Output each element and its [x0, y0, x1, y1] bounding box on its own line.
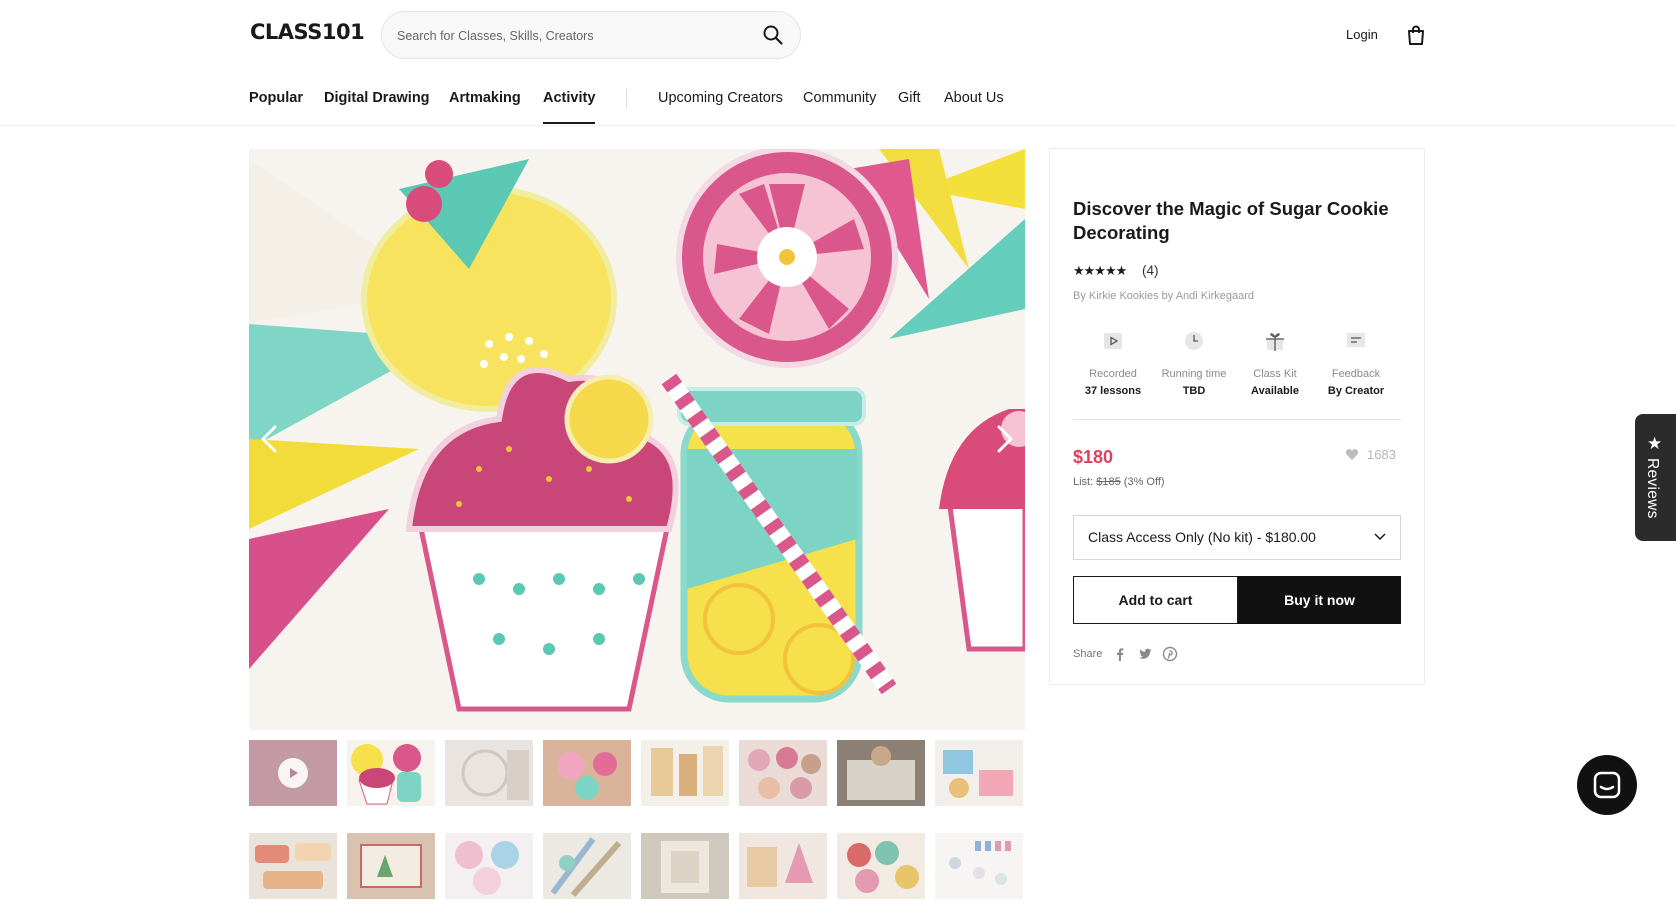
- thumbnail-image[interactable]: [739, 740, 827, 806]
- previous-image-arrow[interactable]: [255, 419, 285, 459]
- twitter-icon[interactable]: [1137, 646, 1153, 662]
- option-select[interactable]: Class Access Only (No kit) - $180.00: [1073, 515, 1401, 560]
- search-input[interactable]: [397, 24, 737, 48]
- buy-now-button[interactable]: Buy it now: [1238, 576, 1401, 624]
- cookie-illustration: [249, 149, 1025, 730]
- category-nav: Popular Digital Drawing Artmaking Activi…: [0, 70, 1676, 126]
- feature-running-time: Running time TBD: [1154, 329, 1234, 397]
- card-divider: [1073, 419, 1401, 420]
- search-bar[interactable]: [381, 11, 801, 59]
- share-label: Share: [1073, 648, 1103, 660]
- nav-about-us[interactable]: About Us: [944, 90, 1004, 106]
- thumbnail-image[interactable]: [935, 833, 1023, 899]
- chat-bubble-icon: [1347, 333, 1365, 347]
- feature-value: Available: [1251, 385, 1299, 397]
- chat-support-button[interactable]: [1577, 755, 1637, 815]
- nav-digital-drawing[interactable]: Digital Drawing: [324, 90, 430, 106]
- nav-gift[interactable]: Gift: [898, 90, 921, 106]
- thumbnail-image[interactable]: [249, 833, 337, 899]
- thumbnail-image[interactable]: [347, 833, 435, 899]
- video-thumbnail[interactable]: [249, 740, 337, 806]
- thumbnail-image[interactable]: [543, 740, 631, 806]
- star-rating: ★★★★★: [1073, 263, 1127, 278]
- nav-community[interactable]: Community: [803, 90, 876, 106]
- like-count: 1683: [1367, 447, 1396, 462]
- thumbnail-image[interactable]: [347, 740, 435, 806]
- site-header: CLASS101 Login: [0, 0, 1676, 70]
- heart-icon: [1345, 449, 1359, 460]
- star-icon: ★: [1647, 434, 1663, 453]
- feature-label: Class Kit: [1253, 368, 1297, 380]
- thumbnail-image[interactable]: [641, 740, 729, 806]
- search-icon[interactable]: [762, 24, 784, 46]
- chevron-down-icon: [1374, 533, 1386, 541]
- class-title: Discover the Magic of Sugar Cookie Decor…: [1073, 198, 1389, 243]
- feature-recorded: Recorded 37 lessons: [1073, 329, 1153, 397]
- reviews-side-tab[interactable]: ★ Reviews: [1635, 414, 1676, 541]
- gift-icon: [1266, 333, 1284, 351]
- shopping-bag-icon[interactable]: [1405, 24, 1427, 46]
- thumbnail-image[interactable]: [935, 740, 1023, 806]
- thumbnail-image[interactable]: [837, 740, 925, 806]
- thumbnail-image[interactable]: [739, 833, 827, 899]
- nav-activity[interactable]: Activity: [543, 90, 596, 124]
- feature-value: 37 lessons: [1084, 385, 1142, 397]
- clock-icon: [1185, 332, 1203, 350]
- thumbnail-image[interactable]: [543, 833, 631, 899]
- product-info-card: Discover the Magic of Sugar Cookie Decor…: [1049, 148, 1425, 685]
- list-price-label: List:: [1073, 476, 1094, 488]
- feature-feedback: Feedback By Creator: [1316, 329, 1396, 397]
- thumbnail-image[interactable]: [837, 833, 925, 899]
- feature-label: Running time: [1161, 368, 1227, 380]
- wishlist-button[interactable]: 1683: [1345, 447, 1396, 462]
- thumbnail-image[interactable]: [445, 833, 533, 899]
- feature-class-kit: Class Kit Available: [1235, 329, 1315, 397]
- reviews-tab-label: Reviews: [1644, 458, 1661, 519]
- feature-value: By Creator: [1327, 385, 1385, 397]
- creator-byline[interactable]: By Kirkie Kookies by Andi Kirkegaard: [1073, 290, 1254, 302]
- nav-divider: [626, 89, 627, 109]
- facebook-icon[interactable]: [1112, 646, 1128, 662]
- nav-artmaking[interactable]: Artmaking: [449, 90, 521, 106]
- discount-percent: (3% Off): [1123, 476, 1165, 488]
- pinterest-icon[interactable]: [1162, 646, 1178, 662]
- nav-popular[interactable]: Popular: [249, 90, 303, 106]
- play-icon: [278, 758, 308, 788]
- list-price: List: $185 (3% Off): [1073, 476, 1165, 488]
- thumbnail-image[interactable]: [641, 833, 729, 899]
- thumbnail-image[interactable]: [445, 740, 533, 806]
- nav-upcoming-creators[interactable]: Upcoming Creators: [658, 90, 783, 106]
- selected-option: Class Access Only (No kit) - $180.00: [1088, 529, 1316, 545]
- login-link[interactable]: Login: [1346, 27, 1378, 42]
- add-to-cart-button[interactable]: Add to cart: [1073, 576, 1238, 624]
- feature-value: TBD: [1182, 385, 1206, 397]
- sale-price: $180: [1073, 447, 1114, 467]
- next-image-arrow[interactable]: [989, 419, 1019, 459]
- main-product-image[interactable]: [249, 149, 1025, 730]
- class101-logo[interactable]: CLASS101: [250, 20, 365, 44]
- feature-label: Recorded: [1089, 368, 1137, 380]
- play-icon: [1104, 333, 1122, 349]
- review-count[interactable]: (4): [1142, 263, 1159, 278]
- original-price: $185: [1096, 476, 1121, 488]
- chat-icon: [1593, 771, 1621, 799]
- feature-label: Feedback: [1331, 368, 1381, 380]
